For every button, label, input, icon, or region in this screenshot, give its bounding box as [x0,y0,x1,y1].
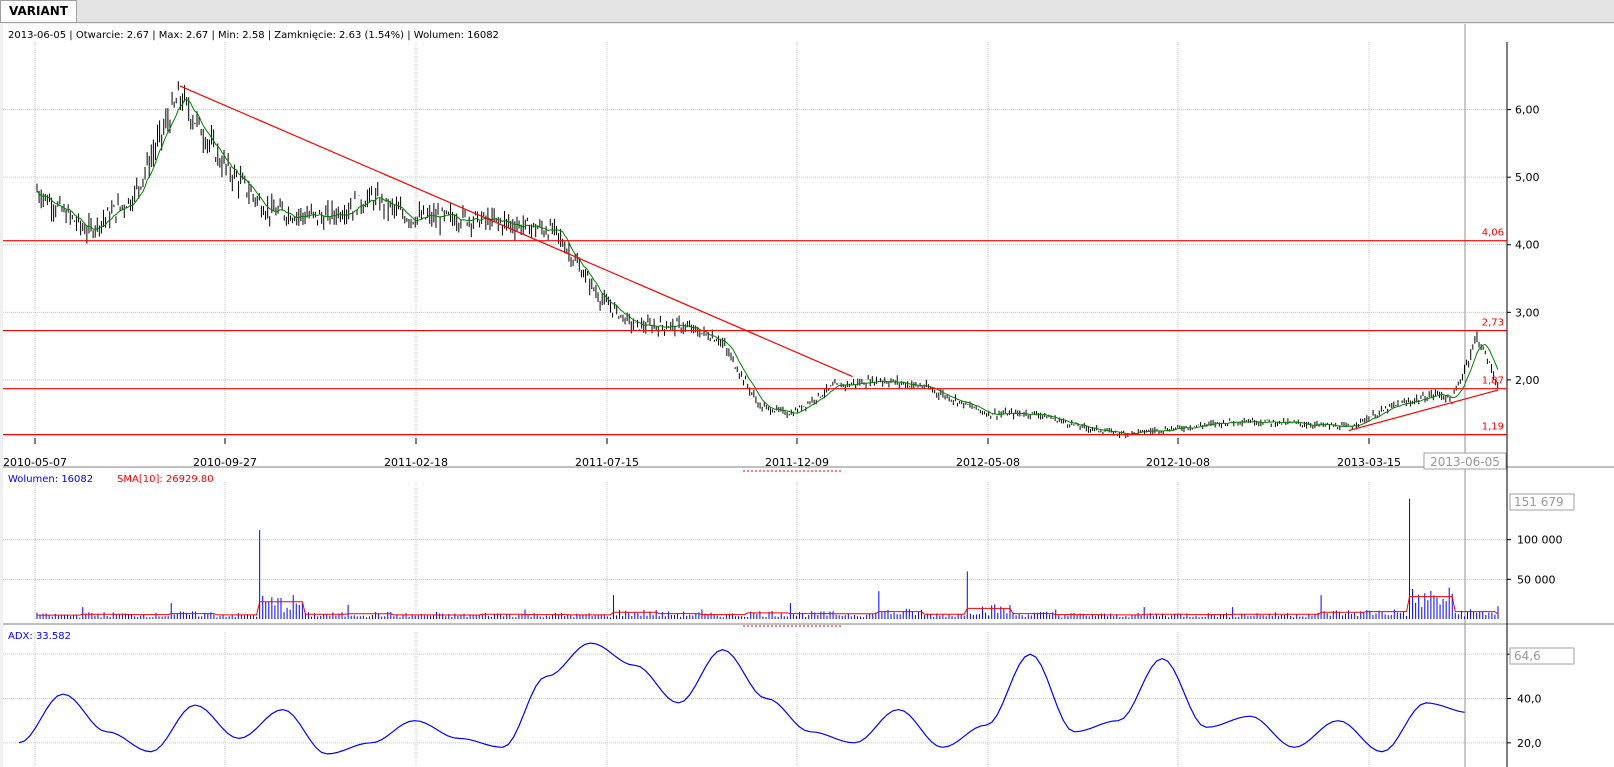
volume-label: Wolumen: 16082 [8,474,93,485]
moving-average-line [36,99,1499,435]
adx-label: ADX: 33.582 [8,631,71,642]
y-tick-label: 5,00 [1515,171,1540,184]
trend-line[interactable] [1348,389,1499,432]
horizontal-line-label: 2,73 [1482,318,1504,329]
x-tick-label: 2010-09-27 [193,456,257,469]
x-tick-label: 2011-12-09 [765,456,829,469]
y-tick-label: 40,0 [1517,693,1542,706]
x-tick-label: 2011-02-18 [384,456,448,469]
x-tick-label: 2012-10-08 [1146,456,1210,469]
tab-variant[interactable]: VARIANT [0,0,77,22]
x-tick-label: 2011-07-15 [575,456,639,469]
x-tick-label: 2010-05-07 [3,456,67,469]
x-cursor-label: 2013-06-05 [1430,455,1500,469]
x-tick-label: 2013-03-15 [1337,456,1401,469]
adx-peak-label: 64,6 [1514,649,1541,663]
volume-sma-line [37,596,1499,616]
stock-chart[interactable]: 4,06 2,73 1,87 1,19 2,00 3,00 4,00 5,00 6,00 2010… [3,24,1614,767]
y-tick-label: 3,00 [1515,306,1540,319]
volume-peak-label: 151 679 [1514,495,1564,509]
y-tick-label: 50 000 [1517,573,1556,586]
horizontal-line-label: 1,19 [1482,422,1504,433]
y-tick-label: 20,0 [1517,737,1542,750]
horizontal-line-label: 4,06 [1482,228,1504,239]
tab-bar: VARIANT [0,0,1614,23]
horizontal-line-label: 1,87 [1482,376,1504,387]
x-tick-label: 2012-05-08 [956,456,1020,469]
chart-area: 4,06 2,73 1,87 1,19 2,00 3,00 4,00 5,00 6,00 2010… [3,24,1614,767]
trend-line[interactable] [179,85,853,378]
y-tick-label: 6,00 [1515,104,1540,117]
volume-sma-label: SMA[10]: 26929.80 [117,474,214,485]
y-tick-label: 4,00 [1515,239,1540,252]
y-tick-label: 2,00 [1515,374,1540,387]
y-tick-label: 100 000 [1517,534,1563,547]
ohlc-info-line: 2013-06-05 | Otwarcie: 2.67 | Max: 2.67 … [8,30,499,41]
